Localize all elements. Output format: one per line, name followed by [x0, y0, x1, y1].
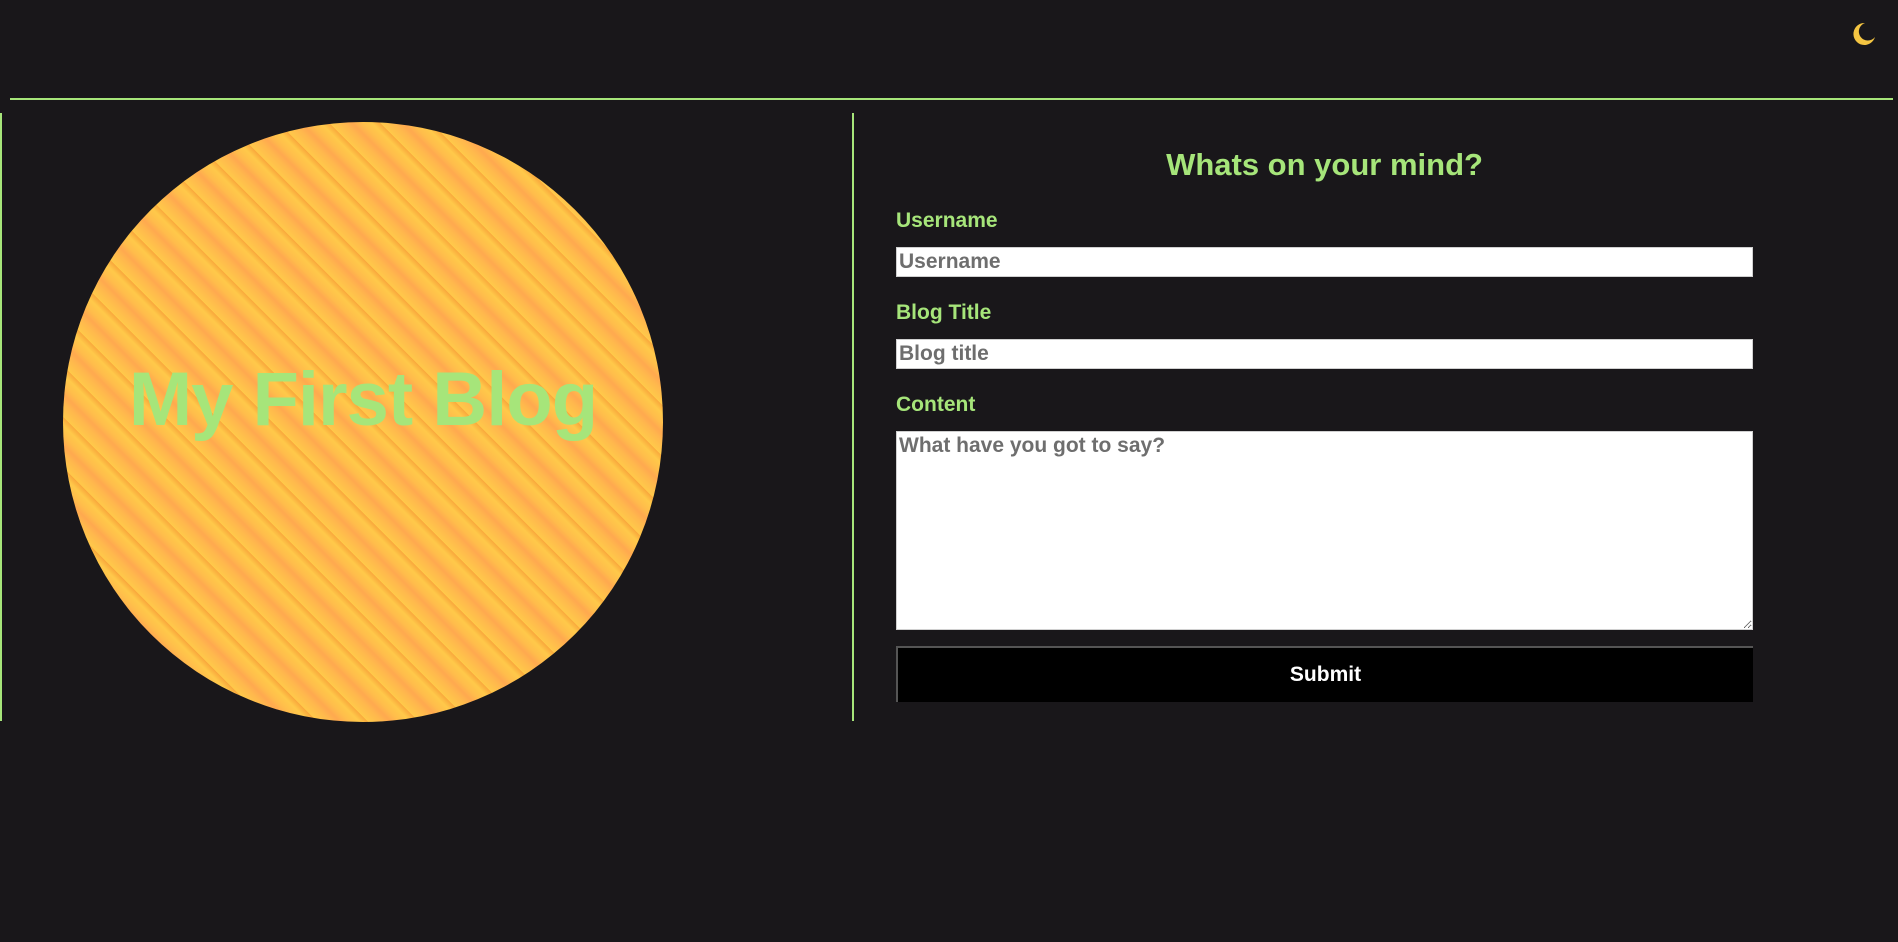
- username-input[interactable]: [896, 247, 1753, 277]
- hero-panel: My First Blog: [0, 113, 854, 722]
- moon-icon: [1853, 22, 1875, 45]
- theme-toggle-button[interactable]: [1848, 18, 1878, 48]
- hero-title: My First Blog: [128, 357, 598, 442]
- form-heading: Whats on your mind?: [1166, 147, 1483, 182]
- blog-title-label: Blog Title: [896, 301, 992, 324]
- blog-post-form: Whats on your mind? Username Blog Title …: [896, 113, 1753, 702]
- submit-button[interactable]: Submit: [896, 646, 1753, 702]
- page: My First Blog Whats on your mind? Userna…: [0, 0, 1898, 942]
- hero-circle: My First Blog: [63, 122, 663, 722]
- blog-title-input[interactable]: [896, 339, 1753, 369]
- username-label: Username: [896, 209, 998, 232]
- content-textarea[interactable]: [896, 431, 1753, 630]
- header-divider: [10, 98, 1893, 100]
- content-label: Content: [896, 393, 976, 416]
